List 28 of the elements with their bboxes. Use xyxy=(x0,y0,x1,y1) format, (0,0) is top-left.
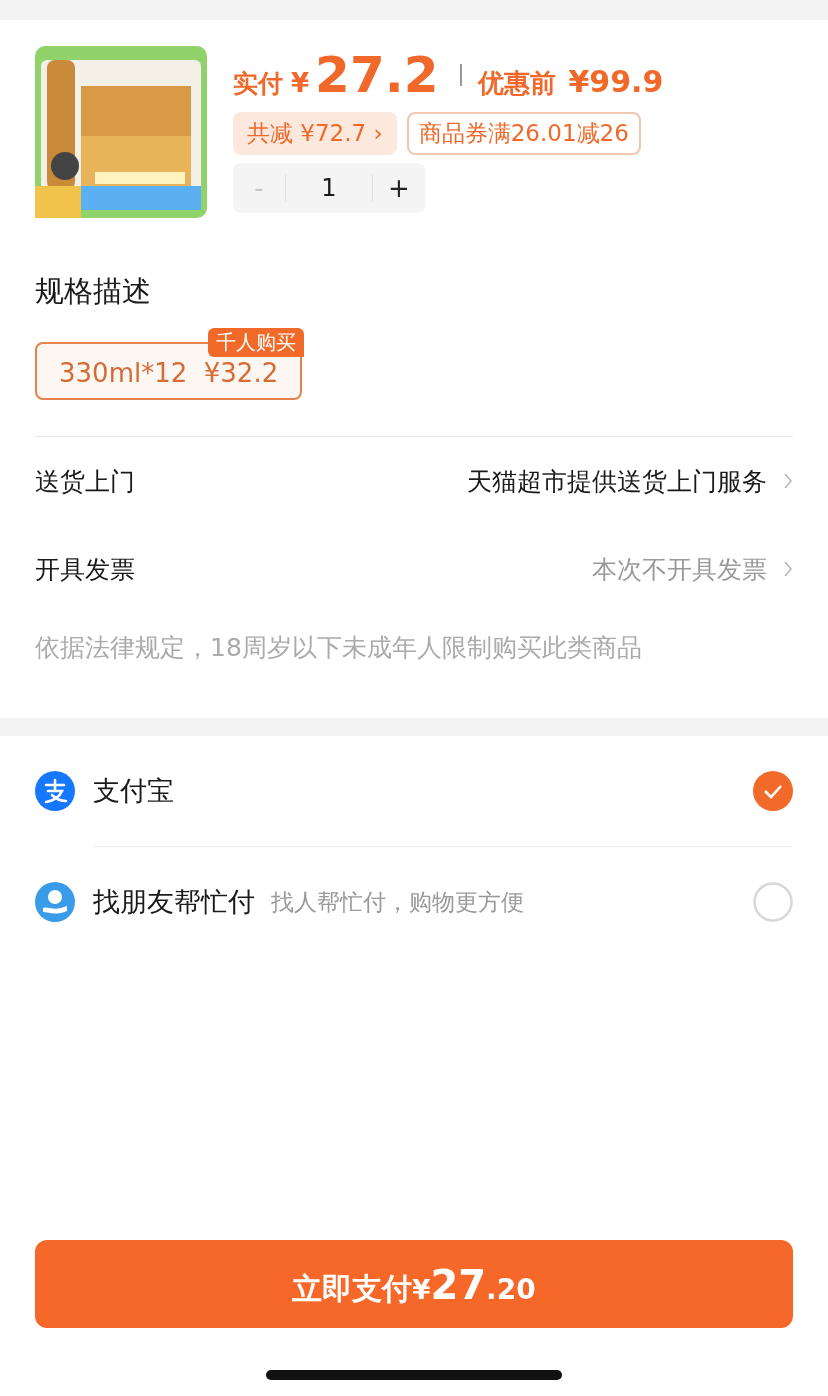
original-price: ¥99.9 xyxy=(568,64,664,99)
radio-button[interactable] xyxy=(753,882,793,922)
row-label: 送货上门 xyxy=(35,465,136,498)
row-value[interactable]: 天猫超市提供送货上门服务 xyxy=(467,464,767,498)
original-price-label: 优惠前 xyxy=(478,67,557,100)
payment-name: 支付宝 xyxy=(93,774,174,808)
radio-button[interactable] xyxy=(753,771,793,811)
plus-button[interactable]: + xyxy=(373,172,425,204)
chevron-icon xyxy=(783,560,793,578)
pay-now-button[interactable]: 立即支付¥27.20 xyxy=(35,1240,793,1328)
payment-option[interactable]: 找朋友帮忙付 找人帮忙付，购物更方便 xyxy=(35,847,793,957)
currency-sign: ¥ xyxy=(291,68,310,98)
quantity-value: 1 xyxy=(320,174,338,202)
payment-name: 找朋友帮忙付 xyxy=(93,885,255,919)
coupon-tag: 商品券满26.01减26 xyxy=(406,112,641,155)
row-label: 开具发票 xyxy=(35,553,136,586)
alipay-icon xyxy=(35,771,75,811)
chevron-icon: › xyxy=(373,120,383,146)
discount-tag[interactable]: 共减 ¥72.7 › xyxy=(233,112,397,155)
chevron-icon xyxy=(783,472,793,490)
popularity-badge: 千人购买 xyxy=(208,328,305,357)
paid-amount: 27.2 xyxy=(315,46,439,104)
row-value[interactable]: 本次不开具发票 xyxy=(592,552,767,586)
paid-label: 实付 xyxy=(233,68,283,100)
payment-option[interactable]: 支付宝 xyxy=(35,736,793,846)
payment-hint: 找人帮忙付，购物更方便 xyxy=(271,887,524,917)
age-notice: 依据法律规定，18周岁以下未成年人限制购买此类商品 xyxy=(35,632,643,664)
section-title: 规格描述 xyxy=(35,273,152,310)
